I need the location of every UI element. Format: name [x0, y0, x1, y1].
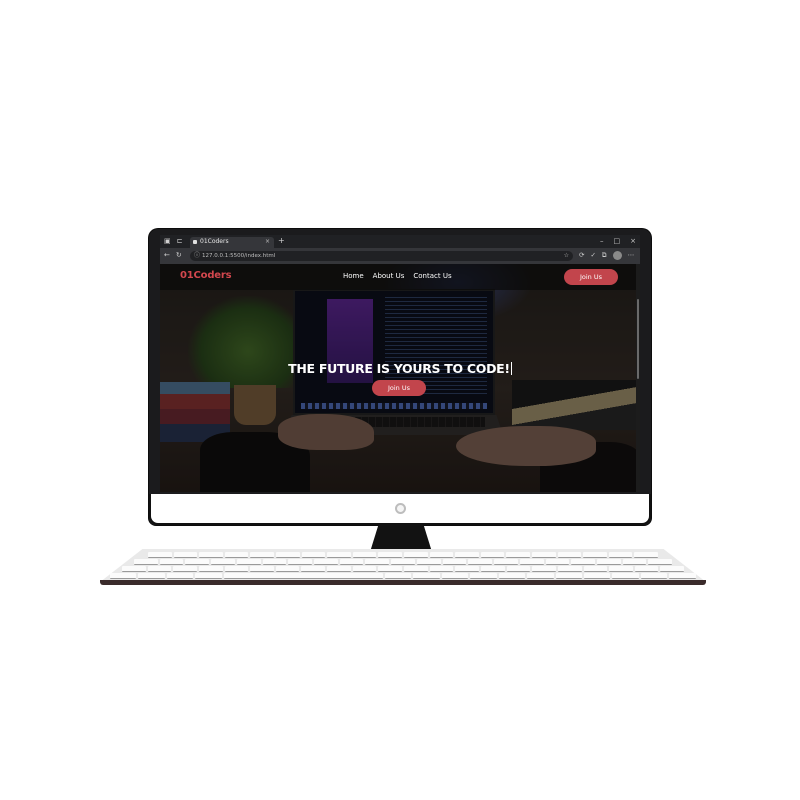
page-scrollbar[interactable]: [636, 264, 640, 492]
tab-actions-icon[interactable]: ▣: [164, 237, 171, 245]
window-controls: – □ ×: [600, 236, 636, 246]
vertical-tabs-icon[interactable]: ⊏: [177, 237, 183, 245]
join-us-nav-button[interactable]: Join Us: [564, 269, 618, 285]
star-icon[interactable]: ☆: [564, 252, 569, 260]
hero-title-text: THE FUTURE IS YOURS TO CODE!: [288, 361, 510, 376]
nav-link-about-us[interactable]: About Us: [373, 272, 405, 280]
toolbar-extensions: ⟳ ✓ ⧉ ⋯: [579, 251, 640, 260]
maximize-button[interactable]: □: [614, 236, 621, 246]
new-tab-button[interactable]: +: [278, 236, 285, 246]
close-window-button[interactable]: ×: [630, 236, 636, 246]
tab-title: 01Coders: [200, 238, 229, 245]
address-bar[interactable]: ⓘ 127.0.0.1:5500/index.html ☆: [190, 251, 573, 261]
nav-link-home[interactable]: Home: [343, 272, 364, 280]
site-info-icon[interactable]: ⓘ: [194, 252, 200, 260]
typing-cursor: [510, 362, 512, 375]
nav-buttons: ← ↻: [164, 251, 182, 260]
browser-toolbar: ← ↻ ⓘ 127.0.0.1:5500/index.html ☆ ⟳ ✓ ⧉ …: [160, 248, 640, 264]
site-nav-links: Home About Us Contact Us: [343, 272, 452, 280]
scrollbar-thumb[interactable]: [637, 299, 639, 379]
refresh-extension-icon[interactable]: ⟳: [579, 251, 584, 260]
hero-dark-overlay: [160, 264, 640, 492]
minimize-button[interactable]: –: [600, 236, 604, 246]
keyboard-row: [148, 552, 658, 558]
menu-icon[interactable]: ⋯: [628, 251, 635, 260]
url-text[interactable]: 127.0.0.1:5500/index.html: [202, 252, 275, 260]
back-icon[interactable]: ←: [164, 251, 170, 260]
nav-link-contact-us[interactable]: Contact Us: [413, 272, 451, 280]
web-page: 01Coders Home About Us Contact Us Join U…: [160, 264, 640, 492]
site-navbar: 01Coders Home About Us Contact Us Join U…: [160, 264, 640, 290]
split-icon[interactable]: ⧉: [602, 251, 607, 260]
keyboard-row: [110, 573, 696, 579]
screen: ▣ ⊏ 01Coders × + – □ × ← ↻ ⓘ 127.0.0.1:5…: [160, 235, 640, 492]
avatar[interactable]: [612, 251, 622, 260]
keyboard-row: [122, 566, 685, 572]
reload-icon[interactable]: ↻: [176, 251, 182, 260]
tab-favicon-icon: [193, 240, 197, 244]
browser-tab[interactable]: 01Coders ×: [190, 237, 274, 248]
tab-strip-icons: ▣ ⊏: [164, 237, 183, 245]
site-logo[interactable]: 01Coders: [180, 270, 232, 281]
browser-tab-strip: ▣ ⊏ 01Coders × + – □ ×: [160, 235, 640, 248]
monitor-stand: [370, 524, 432, 552]
keyboard-image: [100, 549, 706, 586]
extensions-icon[interactable]: ✓: [590, 251, 595, 260]
join-us-hero-button[interactable]: Join Us: [372, 380, 426, 396]
keyboard-row: [134, 559, 673, 565]
keyboard-base: [100, 580, 706, 585]
hero-title: THE FUTURE IS YOURS TO CODE!: [160, 361, 640, 376]
power-icon: [395, 503, 406, 514]
tab-close-icon[interactable]: ×: [265, 238, 270, 245]
